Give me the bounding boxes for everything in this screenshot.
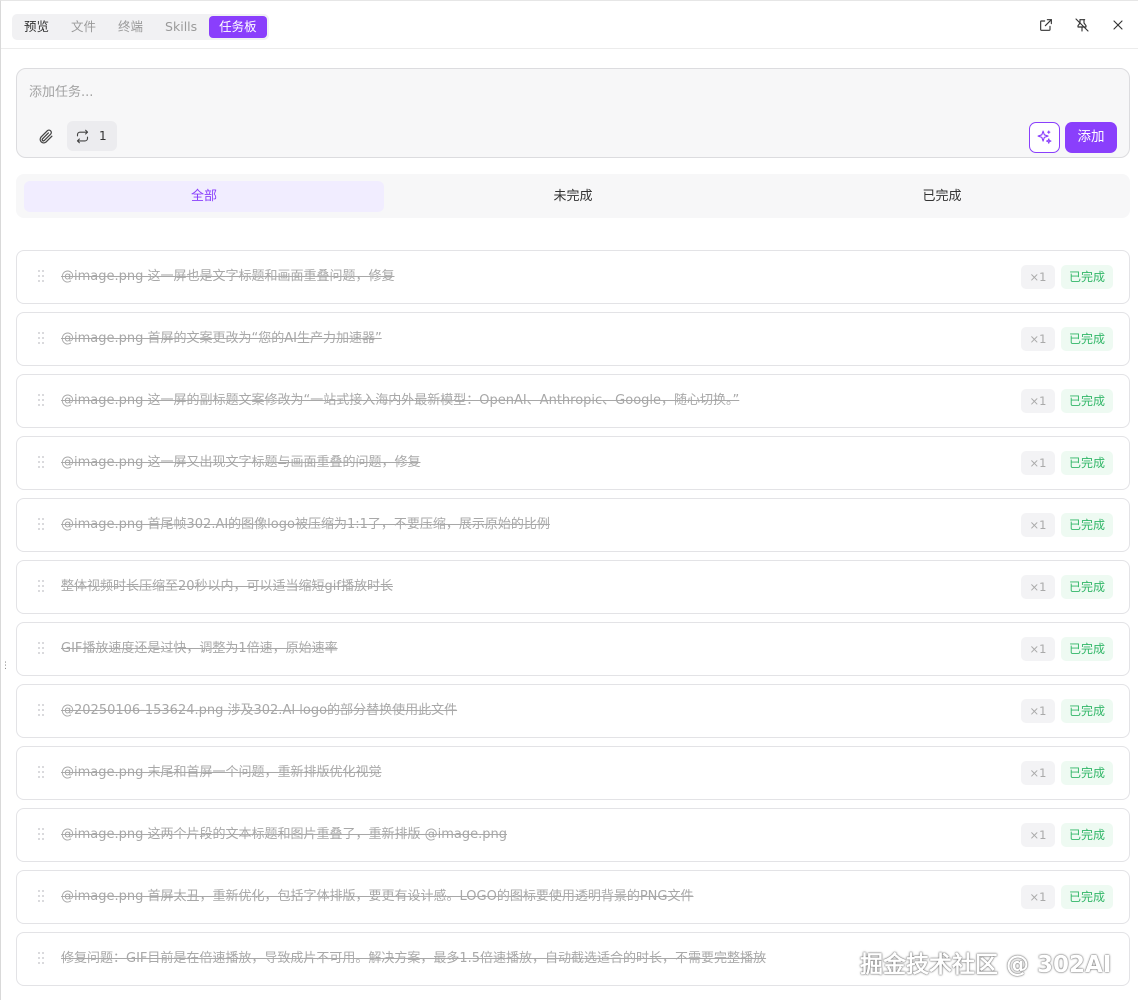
drag-handle-icon[interactable] (38, 394, 46, 408)
task-text: @image.png 这一屏也是文字标题和画面重叠问题，修复 (61, 269, 395, 284)
open-external-icon[interactable] (1037, 16, 1055, 34)
tab-task-board[interactable]: 任务板 (209, 16, 267, 38)
task-item[interactable]: @20250106-153624.png 涉及302.AI logo的部分替换使… (16, 684, 1130, 738)
repeat-count: 1 (99, 129, 107, 143)
task-text: 整体视频时长压缩至20秒以内，可以适当缩短gif播放时长 (61, 579, 393, 594)
task-multiplier: ×1 (1021, 761, 1055, 785)
task-item[interactable]: GIF播放速度还是过快，调整为1倍速，原始速率 ×1 已完成 (16, 622, 1130, 676)
task-multiplier: ×1 (1021, 389, 1055, 413)
drag-handle-icon[interactable] (38, 642, 46, 656)
task-item[interactable]: @image.png 这两个片段的文本标题和图片重叠了，重新排版 @image.… (16, 808, 1130, 862)
task-filter: 全部 未完成 已完成 (16, 174, 1130, 218)
task-text: @image.png 首屏的文案更改为“您的AI生产力加速器” (61, 331, 382, 346)
task-multiplier: ×1 (1021, 451, 1055, 475)
drag-handle-icon[interactable] (38, 332, 46, 346)
task-text: 修复问题：GIF目前是在倍速播放，导致成片不可用。解决方案，最多1.5倍速播放，… (61, 951, 767, 966)
filter-all[interactable]: 全部 (24, 181, 384, 212)
task-multiplier: ×1 (1021, 575, 1055, 599)
filter-incomplete[interactable]: 未完成 (393, 181, 753, 212)
task-item[interactable]: @image.png 首屏的文案更改为“您的AI生产力加速器” ×1 已完成 (16, 312, 1130, 366)
task-composer: 1 添加 (16, 68, 1130, 158)
drag-handle-icon[interactable] (38, 704, 46, 718)
task-multiplier: ×1 (1021, 823, 1055, 847)
drag-handle-icon[interactable] (38, 456, 46, 470)
paperclip-icon (39, 129, 53, 143)
task-multiplier: ×1 (1021, 327, 1055, 351)
ai-enhance-button[interactable] (1029, 122, 1060, 153)
task-text: GIF播放速度还是过快，调整为1倍速，原始速率 (61, 641, 338, 656)
tab-terminal[interactable]: 终端 (108, 16, 153, 38)
task-text: @image.png 首屏太丑，重新优化，包括字体排版，要更有设计感。LOGO的… (61, 889, 694, 904)
task-item[interactable]: @image.png 末尾和首屏一个问题，重新排版优化视觉 ×1 已完成 (16, 746, 1130, 800)
status-badge[interactable]: 已完成 (1061, 885, 1113, 909)
task-item[interactable]: @image.png 首尾帧302.AI的图像logo被压缩为1:1了，不要压缩… (16, 498, 1130, 552)
status-badge[interactable]: 已完成 (1061, 823, 1113, 847)
close-icon[interactable] (1109, 16, 1127, 34)
attach-file-button[interactable] (35, 126, 55, 146)
repeat-count-button[interactable]: 1 (67, 121, 117, 151)
task-item[interactable]: @image.png 这一屏的副标题文案修改为“一站式接入海内外最新模型：Ope… (16, 374, 1130, 428)
task-text: @image.png 这两个片段的文本标题和图片重叠了，重新排版 @image.… (61, 827, 507, 842)
task-item[interactable]: @image.png 这一屏也是文字标题和画面重叠问题，修复 ×1 已完成 (16, 250, 1130, 304)
task-text: @20250106-153624.png 涉及302.AI logo的部分替换使… (61, 703, 458, 718)
task-text: @image.png 首尾帧302.AI的图像logo被压缩为1:1了，不要压缩… (61, 517, 550, 532)
status-badge[interactable]: 已完成 (1061, 637, 1113, 661)
tab-skills[interactable]: Skills (155, 16, 207, 38)
unpin-icon[interactable] (1073, 16, 1091, 34)
status-badge[interactable]: 已完成 (1061, 699, 1113, 723)
status-badge[interactable]: 已完成 (1061, 761, 1113, 785)
task-item[interactable]: 整体视频时长压缩至20秒以内，可以适当缩短gif播放时长 ×1 已完成 (16, 560, 1130, 614)
task-input[interactable] (29, 82, 929, 102)
task-board-panel: ⋮ 预览 文件 终端 Skills 任务板 1 添 (0, 0, 1138, 1000)
task-text: @image.png 这一屏的副标题文案修改为“一站式接入海内外最新模型：Ope… (61, 393, 740, 408)
task-multiplier: ×1 (1021, 699, 1055, 723)
tab-preview[interactable]: 预览 (14, 16, 59, 38)
tab-files[interactable]: 文件 (61, 16, 106, 38)
drag-handle-icon[interactable] (38, 828, 46, 842)
task-text: @image.png 末尾和首屏一个问题，重新排版优化视觉 (61, 765, 382, 780)
status-badge[interactable]: 已完成 (1061, 265, 1113, 289)
drag-handle-icon[interactable] (38, 518, 46, 532)
drag-handle-icon[interactable] (38, 952, 46, 966)
drag-handle-icon[interactable] (38, 766, 46, 780)
drag-handle-icon[interactable] (38, 580, 46, 594)
task-item[interactable]: @image.png 首屏太丑，重新优化，包括字体排版，要更有设计感。LOGO的… (16, 870, 1130, 924)
status-badge[interactable]: 已完成 (1061, 575, 1113, 599)
filter-completed[interactable]: 已完成 (762, 181, 1122, 212)
task-multiplier: ×1 (1021, 513, 1055, 537)
task-text: @image.png 这一屏又出现文字标题与画面重叠的问题，修复 (61, 455, 421, 470)
panel-header: 预览 文件 终端 Skills 任务板 (1, 1, 1138, 49)
status-badge[interactable]: 已完成 (1061, 389, 1113, 413)
task-multiplier: ×1 (1021, 885, 1055, 909)
panel-tabs: 预览 文件 终端 Skills 任务板 (12, 14, 269, 40)
task-item[interactable]: @image.png 这一屏又出现文字标题与画面重叠的问题，修复 ×1 已完成 (16, 436, 1130, 490)
status-badge[interactable]: 已完成 (1061, 451, 1113, 475)
task-multiplier: ×1 (1021, 637, 1055, 661)
status-badge[interactable]: 已完成 (1061, 513, 1113, 537)
drag-handle-icon[interactable] (38, 890, 46, 904)
sparkles-icon (1037, 130, 1052, 144)
resize-grip-icon[interactable]: ⋮ (1, 662, 10, 678)
add-task-button[interactable]: 添加 (1065, 122, 1117, 153)
status-badge[interactable]: 已完成 (1061, 327, 1113, 351)
task-item[interactable]: 修复问题：GIF目前是在倍速播放，导致成片不可用。解决方案，最多1.5倍速播放，… (16, 932, 1130, 986)
repeat-icon (76, 129, 89, 143)
task-multiplier: ×1 (1021, 265, 1055, 289)
drag-handle-icon[interactable] (38, 270, 46, 284)
